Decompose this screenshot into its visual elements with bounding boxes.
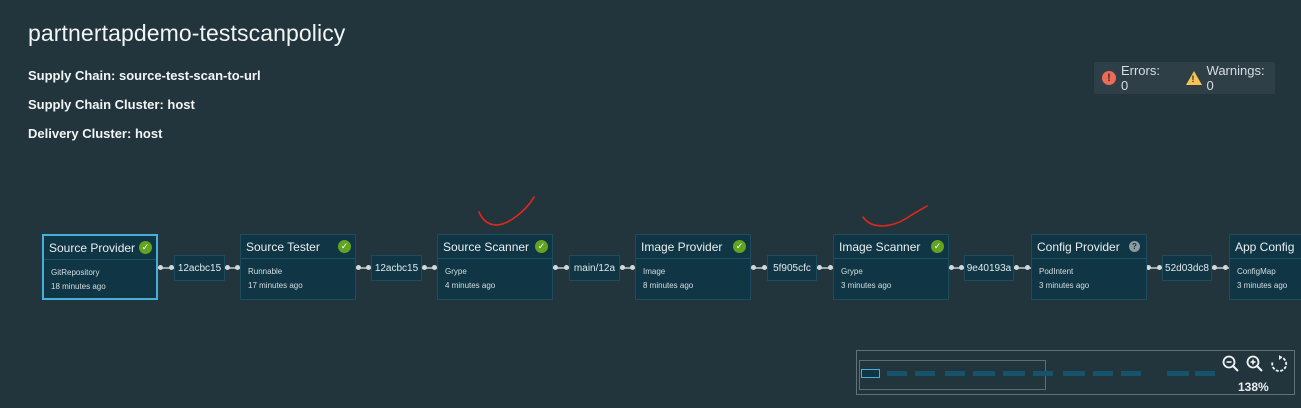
minimap-node [915, 371, 935, 376]
minimap-node [945, 371, 965, 376]
minimap-node [1195, 371, 1215, 376]
annotation-check-mark [478, 196, 535, 226]
annotation-check-mark [862, 205, 928, 227]
minimap-node [1093, 371, 1113, 376]
zoom-out-icon[interactable] [1222, 355, 1240, 373]
zoom-level: 138% [1238, 380, 1269, 394]
minimap-node [1063, 371, 1085, 376]
minimap-node [973, 371, 995, 376]
minimap-node [1167, 371, 1189, 376]
minimap-node [861, 369, 880, 378]
reset-zoom-icon[interactable] [1270, 355, 1288, 373]
minimap-node [1033, 371, 1053, 376]
minimap-node [887, 371, 907, 376]
zoom-in-icon[interactable] [1246, 355, 1264, 373]
minimap-node [1003, 371, 1025, 376]
annotation-marks [478, 196, 928, 227]
minimap-node [1121, 371, 1141, 376]
